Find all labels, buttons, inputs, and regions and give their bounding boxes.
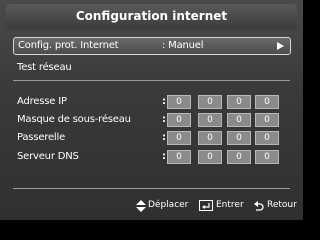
dns-octet-1[interactable]: 0 (167, 150, 191, 164)
gateway-label: Passerelle (17, 132, 66, 143)
protocol-label: Config. prot. Internet (18, 40, 119, 51)
ip-address-colon: : (162, 96, 166, 107)
mask-octet-4[interactable]: 0 (255, 113, 279, 127)
network-test-item[interactable]: Test réseau (17, 62, 72, 73)
panel-title: Configuration internet (6, 4, 297, 29)
gateway-octet-1[interactable]: 0 (167, 131, 191, 145)
dns-octet-3[interactable]: 0 (227, 150, 251, 164)
up-down-arrows-icon (136, 200, 146, 212)
subnet-mask-colon: : (162, 114, 166, 125)
settings-panel: Configuration internet Config. prot. Int… (0, 0, 303, 220)
protocol-setting-row[interactable]: Config. prot. Internet : Manuel (13, 37, 291, 55)
mask-octet-2[interactable]: 0 (198, 113, 222, 127)
ip-octet-1[interactable]: 0 (167, 95, 191, 109)
ip-octet-2[interactable]: 0 (198, 95, 222, 109)
dns-server-colon: : (162, 151, 166, 162)
divider (13, 80, 290, 81)
move-hint: Déplacer (148, 200, 189, 210)
enter-hint: Entrer (216, 200, 244, 210)
ip-address-label: Adresse IP (17, 96, 67, 107)
subnet-mask-label: Masque de sous-réseau (17, 114, 131, 125)
ip-octet-4[interactable]: 0 (255, 95, 279, 109)
dns-octet-2[interactable]: 0 (198, 150, 222, 164)
enter-icon (199, 200, 213, 211)
gateway-colon: : (162, 132, 166, 143)
gateway-octet-3[interactable]: 0 (227, 131, 251, 145)
protocol-value: : Manuel (162, 40, 204, 51)
ip-octet-3[interactable]: 0 (227, 95, 251, 109)
gateway-octet-2[interactable]: 0 (198, 131, 222, 145)
dns-server-label: Serveur DNS (17, 151, 79, 162)
mask-octet-1[interactable]: 0 (167, 113, 191, 127)
chevron-right-icon (277, 42, 284, 50)
return-hint: Retour (267, 200, 297, 210)
return-icon (254, 201, 264, 211)
footer-divider (13, 188, 290, 189)
dns-octet-4[interactable]: 0 (255, 150, 279, 164)
gateway-octet-4[interactable]: 0 (255, 131, 279, 145)
mask-octet-3[interactable]: 0 (227, 113, 251, 127)
